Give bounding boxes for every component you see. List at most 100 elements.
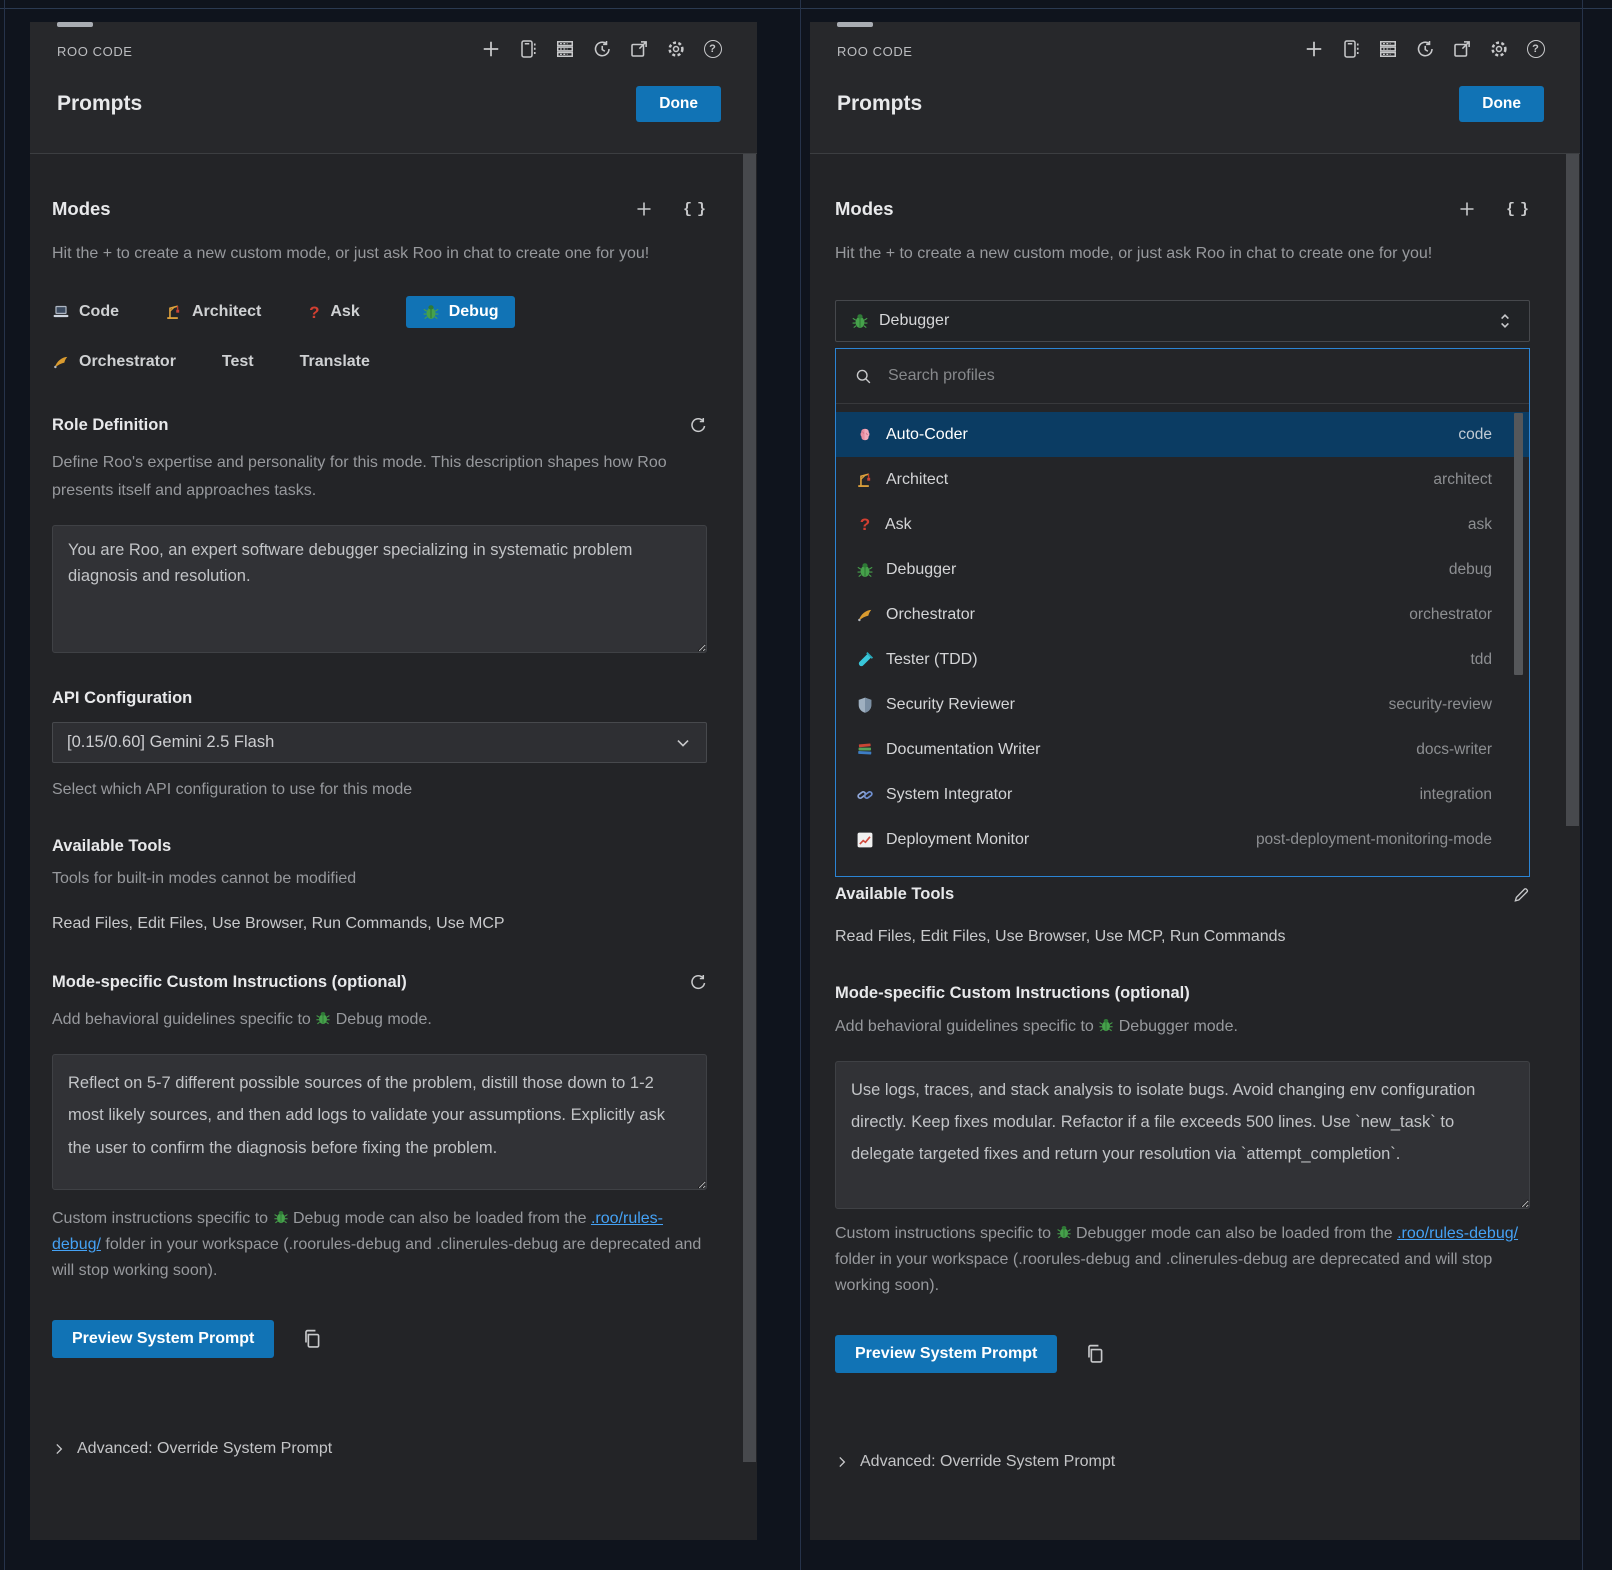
rules-folder-link[interactable]: .roo/rules-debug/ (1397, 1225, 1518, 1242)
profile-list: Auto-Coder code Architect architect ? As… (836, 404, 1529, 876)
add-mode-icon[interactable] (635, 200, 653, 218)
role-definition-textarea[interactable]: You are Roo, an expert software debugger… (52, 525, 707, 653)
mode-select-combobox[interactable]: Debugger (835, 300, 1530, 342)
custom-instructions-description: Add behavioral guidelines specific to De… (835, 1013, 1530, 1041)
extension-header: ROO CODE ? Prompts Done (810, 22, 1580, 153)
list-item-tester-tdd[interactable]: Tester (TDD) tdd (836, 637, 1529, 682)
available-tools-title: Available Tools (835, 885, 954, 904)
mode-chip-ask[interactable]: ? Ask (307, 296, 359, 328)
role-definition-description: Define Roo's expertise and personality f… (52, 449, 707, 505)
mode-dropdown: Auto-Coder code Architect architect ? As… (835, 348, 1530, 877)
custom-instructions-title: Mode-specific Custom Instructions (optio… (835, 984, 1190, 1003)
plus-icon[interactable] (480, 38, 501, 59)
advanced-override-toggle[interactable]: Advanced: Override System Prompt (835, 1453, 1530, 1471)
dropdown-scrollbar-thumb[interactable] (1514, 413, 1523, 675)
modes-description: Hit the + to create a new custom mode, o… (835, 240, 1530, 268)
plus-icon[interactable] (1303, 38, 1324, 59)
custom-instructions-textarea[interactable]: Use logs, traces, and stack analysis to … (835, 1061, 1530, 1209)
search-icon (855, 368, 872, 385)
bug-icon (856, 561, 874, 579)
open-in-editor-icon[interactable] (1451, 38, 1472, 59)
edit-modes-json-icon[interactable]: { } (1506, 201, 1530, 218)
mode-chip-architect[interactable]: Architect (165, 296, 261, 328)
bug-icon (851, 312, 869, 330)
available-tools-list: Read Files, Edit Files, Use Browser, Use… (835, 928, 1530, 946)
list-item-debugger[interactable]: Debugger debug (836, 547, 1529, 592)
mode-chip-orchestrator[interactable]: Orchestrator (52, 346, 176, 378)
right-edge-border (1582, 0, 1583, 1570)
copy-icon[interactable] (1084, 1343, 1105, 1364)
prompts-content: Modes { } Hit the + to create a new cust… (30, 153, 757, 1540)
question-icon: ? (307, 304, 321, 321)
api-configuration-help: Select which API configuration to use fo… (52, 777, 707, 803)
brain-icon (856, 426, 874, 444)
open-in-editor-icon[interactable] (628, 38, 649, 59)
history-icon[interactable] (1414, 38, 1435, 59)
done-button[interactable]: Done (636, 86, 721, 122)
advanced-override-toggle[interactable]: Advanced: Override System Prompt (52, 1440, 707, 1458)
crane-icon (165, 303, 183, 321)
panel-drag-handle[interactable] (57, 22, 93, 27)
help-icon[interactable]: ? (1525, 38, 1546, 59)
modes-description: Hit the + to create a new custom mode, o… (52, 240, 707, 268)
updown-chevron-icon (1496, 312, 1514, 330)
bug-icon (273, 1209, 289, 1225)
page-title: Prompts (837, 92, 922, 116)
mode-chip-test[interactable]: Test (222, 346, 254, 378)
add-mode-icon[interactable] (1458, 200, 1476, 218)
mode-chip-code[interactable]: Code (52, 296, 119, 328)
edit-modes-json-icon[interactable]: { } (683, 201, 707, 218)
extension-header: ROO CODE ? Prompts Done (30, 22, 757, 153)
marketplace-icon[interactable] (517, 38, 538, 59)
custom-instructions-footer: Custom instructions specific to Debugger… (835, 1221, 1530, 1299)
list-item-deployment-monitor[interactable]: Deployment Monitor post-deployment-monit… (836, 817, 1529, 862)
mode-chip-translate[interactable]: Translate (300, 346, 370, 378)
available-tools-note: Tools for built-in modes cannot be modif… (52, 866, 707, 892)
preview-system-prompt-button[interactable]: Preview System Prompt (835, 1335, 1057, 1373)
mode-chips: Code Architect ? Ask Debug Orchestrator … (52, 296, 672, 378)
books-icon (856, 741, 874, 759)
bug-icon (315, 1010, 331, 1026)
list-item-auto-coder[interactable]: Auto-Coder code (836, 412, 1529, 457)
panel-drag-handle[interactable] (837, 22, 873, 27)
settings-gear-icon[interactable] (1488, 38, 1509, 59)
done-button[interactable]: Done (1459, 86, 1544, 122)
panel-scrollbar[interactable] (743, 154, 756, 1462)
chevron-right-icon (52, 1442, 66, 1456)
help-icon[interactable]: ? (702, 38, 723, 59)
chain-link-icon (856, 786, 874, 804)
reset-icon[interactable] (689, 974, 707, 992)
modes-title: Modes (52, 198, 111, 220)
mcp-server-icon[interactable] (1377, 38, 1398, 59)
available-tools-list: Read Files, Edit Files, Use Browser, Run… (52, 915, 707, 933)
preview-system-prompt-button[interactable]: Preview System Prompt (52, 1320, 274, 1358)
list-item-architect[interactable]: Architect architect (836, 457, 1529, 502)
copy-icon[interactable] (301, 1328, 322, 1349)
mode-chip-debug[interactable]: Debug (406, 296, 515, 328)
custom-instructions-footer: Custom instructions specific to Debug mo… (52, 1206, 707, 1284)
history-icon[interactable] (591, 38, 612, 59)
list-item-documentation-writer[interactable]: Documentation Writer docs-writer (836, 727, 1529, 772)
mcp-server-icon[interactable] (554, 38, 575, 59)
edit-pencil-icon[interactable] (1512, 886, 1530, 904)
panel-scrollbar[interactable] (1566, 154, 1579, 826)
marketplace-icon[interactable] (1340, 38, 1361, 59)
search-input[interactable] (886, 366, 1510, 386)
boomerang-icon (856, 606, 874, 624)
page-title: Prompts (57, 92, 142, 116)
list-item-security-reviewer[interactable]: Security Reviewer security-review (836, 682, 1529, 727)
list-item-ask[interactable]: ? Ask ask (836, 502, 1529, 547)
shield-icon (856, 696, 874, 714)
custom-instructions-description: Add behavioral guidelines specific to De… (52, 1006, 707, 1034)
app-title: ROO CODE (837, 44, 913, 59)
api-configuration-select[interactable]: [0.15/0.60] Gemini 2.5 Flash (52, 722, 707, 763)
chevron-down-icon (674, 734, 692, 752)
panel-gap-border (800, 0, 801, 1570)
settings-gear-icon[interactable] (665, 38, 686, 59)
bug-icon (422, 303, 440, 321)
list-item-system-integrator[interactable]: System Integrator integration (836, 772, 1529, 817)
custom-instructions-textarea[interactable]: Reflect on 5-7 different possible source… (52, 1054, 707, 1190)
list-item-orchestrator[interactable]: Orchestrator orchestrator (836, 592, 1529, 637)
reset-icon[interactable] (689, 417, 707, 435)
bug-icon (1056, 1224, 1072, 1240)
